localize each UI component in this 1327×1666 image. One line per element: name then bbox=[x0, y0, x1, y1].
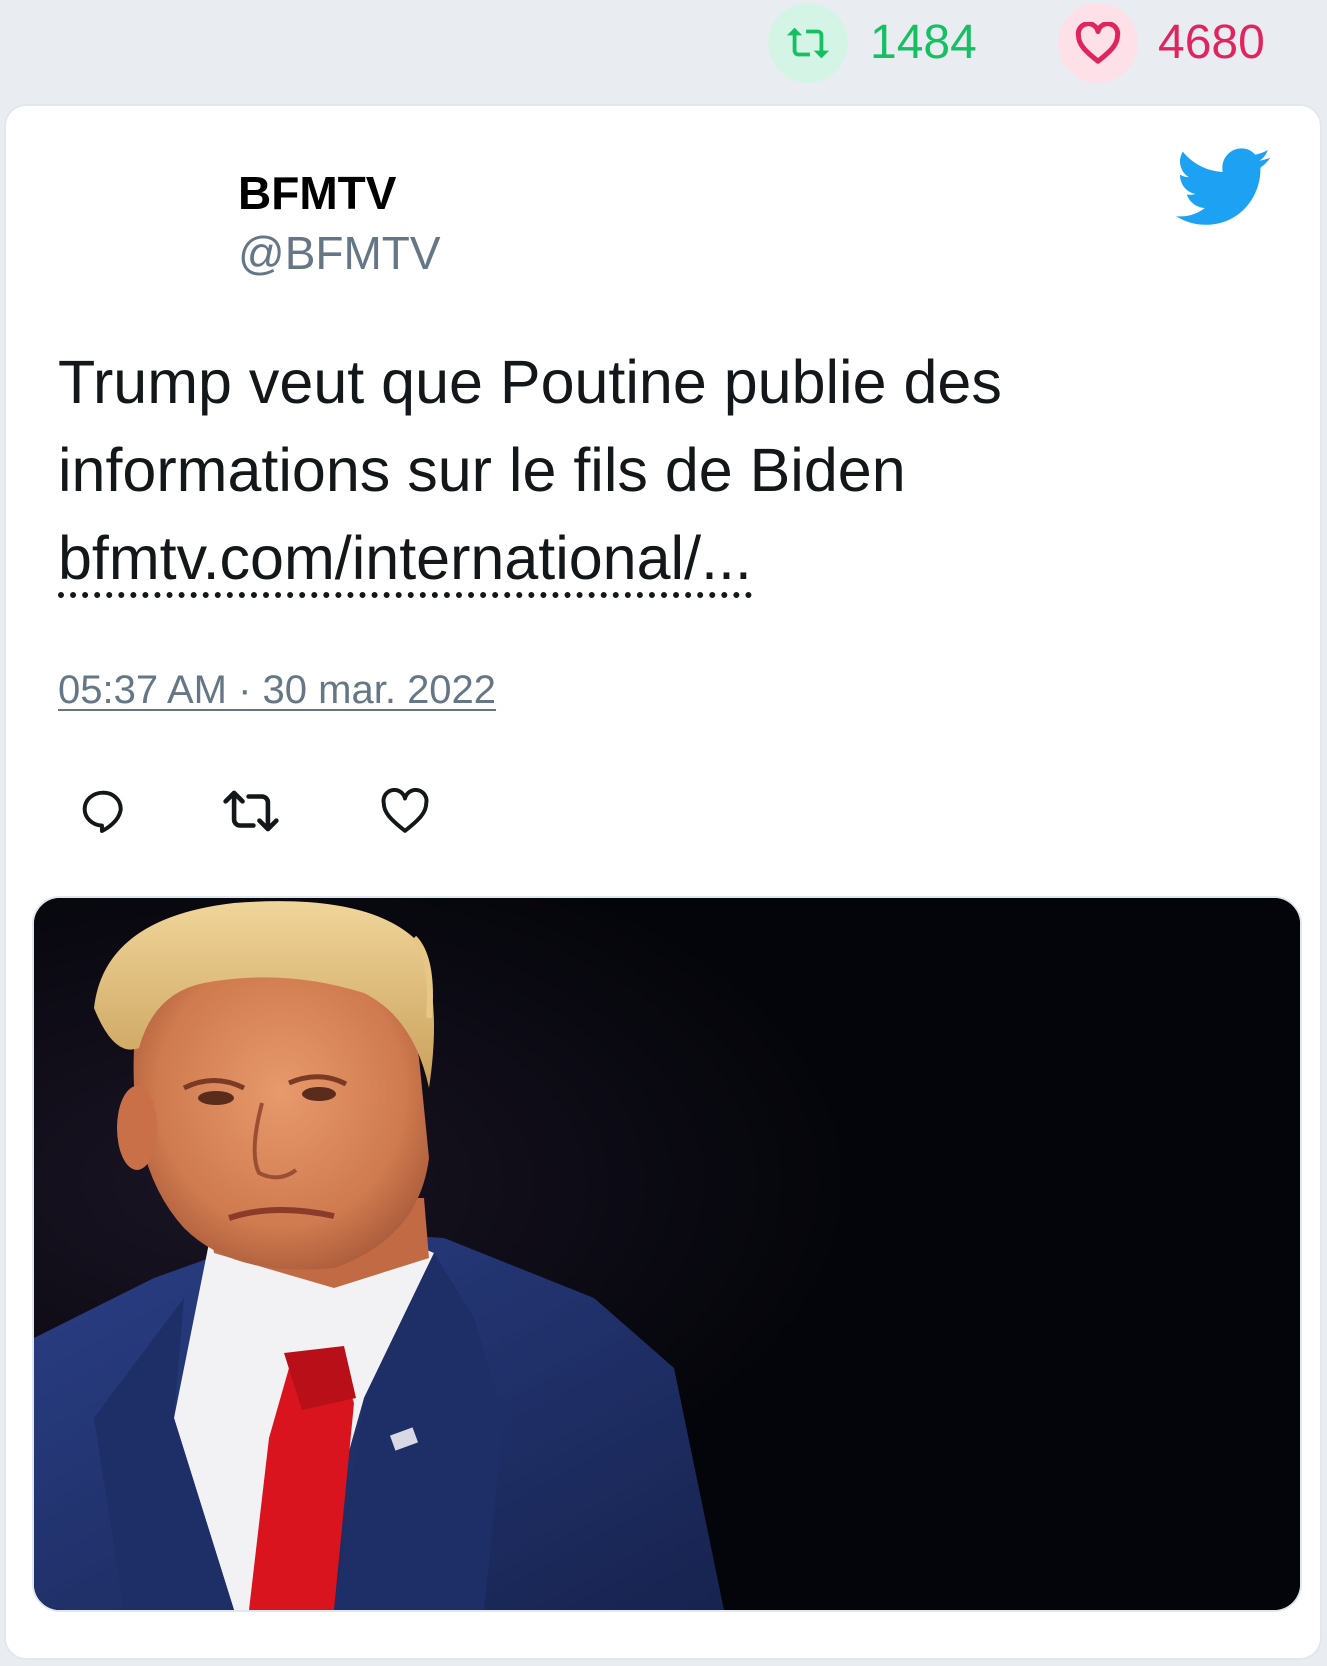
author-handle[interactable]: @BFMTV bbox=[238, 226, 441, 280]
reply-icon bbox=[78, 786, 128, 841]
like-stat[interactable]: 4680 bbox=[1058, 3, 1265, 83]
like-count: 4680 bbox=[1158, 16, 1265, 69]
retweet-icon bbox=[222, 786, 280, 841]
tweet-card: BFMTV @BFMTV Trump veut que Poutine publ… bbox=[4, 104, 1322, 1660]
tweet-text-line: informations sur le fils de Biden bbox=[58, 436, 906, 504]
tweet-text: Trump veut que Poutine publie des inform… bbox=[58, 338, 1258, 602]
heart-icon bbox=[1058, 3, 1138, 83]
retweet-stat[interactable]: 1484 bbox=[768, 3, 977, 83]
like-button[interactable] bbox=[370, 778, 440, 848]
retweet-button[interactable] bbox=[216, 778, 286, 848]
tweet-link[interactable]: bfmtv.com/international/... bbox=[58, 524, 752, 598]
author-display-name[interactable]: BFMTV bbox=[238, 166, 396, 220]
retweet-icon bbox=[768, 3, 848, 83]
tweet-timestamp[interactable]: 05:37 AM · 30 mar. 2022 bbox=[58, 668, 496, 713]
tweet-text-line: Trump veut que Poutine publie des bbox=[58, 348, 1002, 416]
retweet-count: 1484 bbox=[870, 16, 977, 69]
tweet-media-image[interactable] bbox=[32, 896, 1302, 1612]
reply-button[interactable] bbox=[68, 778, 138, 848]
twitter-bird-icon[interactable] bbox=[1176, 148, 1272, 228]
like-icon bbox=[380, 787, 430, 839]
engagement-summary: 1484 4680 bbox=[0, 0, 1327, 100]
